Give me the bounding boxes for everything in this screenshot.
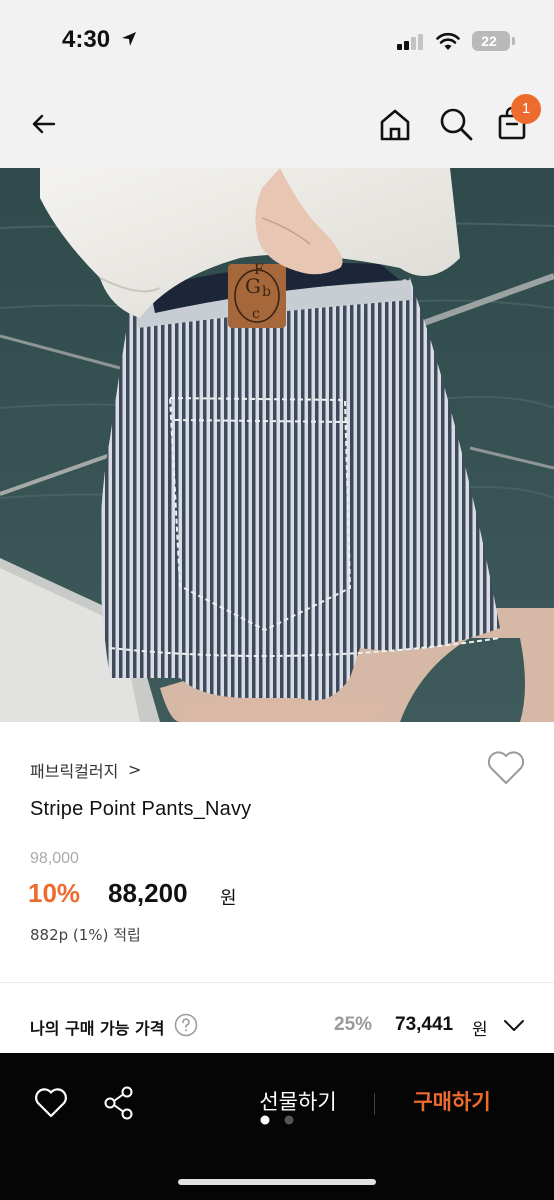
- location-arrow-icon: [122, 32, 136, 46]
- status-bar: 4:30 22: [0, 0, 554, 82]
- my-price-value: 73,441: [395, 1014, 454, 1035]
- battery-icon: 22: [472, 31, 515, 51]
- signal-icon: [397, 34, 423, 50]
- my-price-currency: 원: [472, 1020, 488, 1040]
- brand-chevron-icon[interactable]: >: [128, 760, 141, 779]
- sale-price: 88,200: [108, 878, 188, 908]
- share-icon[interactable]: [102, 1085, 136, 1121]
- question-circle-icon[interactable]: [174, 1013, 198, 1037]
- search-icon[interactable]: [438, 106, 474, 142]
- my-price-label: 나의 구매 가능 가격: [30, 1019, 165, 1038]
- my-price-row[interactable]: 나의 구매 가능 가격 25% 73,441 원: [0, 983, 554, 1053]
- buy-button[interactable]: 구매하기: [400, 1085, 504, 1119]
- home-icon[interactable]: [376, 106, 414, 144]
- heart-outline-icon[interactable]: [486, 750, 526, 786]
- product-photo: G F b c: [0, 168, 554, 722]
- action-divider: [374, 1093, 375, 1115]
- heart-outline-icon[interactable]: [34, 1087, 68, 1119]
- product-image-carousel[interactable]: G F b c: [0, 168, 554, 722]
- battery-level: 22: [481, 33, 497, 49]
- product-name: Stripe Point Pants_Navy: [30, 798, 252, 820]
- brand-link[interactable]: 패브릭컬러지: [30, 758, 118, 782]
- price-currency: 원: [220, 888, 237, 909]
- wifi-icon: [436, 32, 460, 50]
- cart-count-badge: 1: [511, 94, 541, 124]
- home-indicator: [178, 1179, 376, 1185]
- reward-points: 882p (1%) 적립: [30, 926, 141, 944]
- bottom-action-bar: 선물하기 구매하기: [0, 1053, 554, 1200]
- page-dots: [260, 1115, 294, 1125]
- back-arrow-icon[interactable]: [24, 104, 64, 144]
- chevron-down-icon[interactable]: [502, 1017, 526, 1033]
- app-bar: 1: [0, 82, 554, 168]
- my-discount-rate: 25%: [334, 1014, 373, 1035]
- battery-cap: [512, 37, 515, 45]
- status-time: 4:30: [62, 26, 111, 53]
- svg-text:F: F: [254, 262, 264, 278]
- product-info: 패브릭컬러지 > Stripe Point Pants_Navy 98,000 …: [0, 722, 554, 982]
- gift-button[interactable]: 선물하기: [250, 1085, 346, 1119]
- svg-text:c: c: [252, 306, 260, 322]
- discount-rate: 10%: [28, 878, 81, 908]
- svg-text:b: b: [262, 284, 271, 300]
- original-price: 98,000: [30, 850, 79, 867]
